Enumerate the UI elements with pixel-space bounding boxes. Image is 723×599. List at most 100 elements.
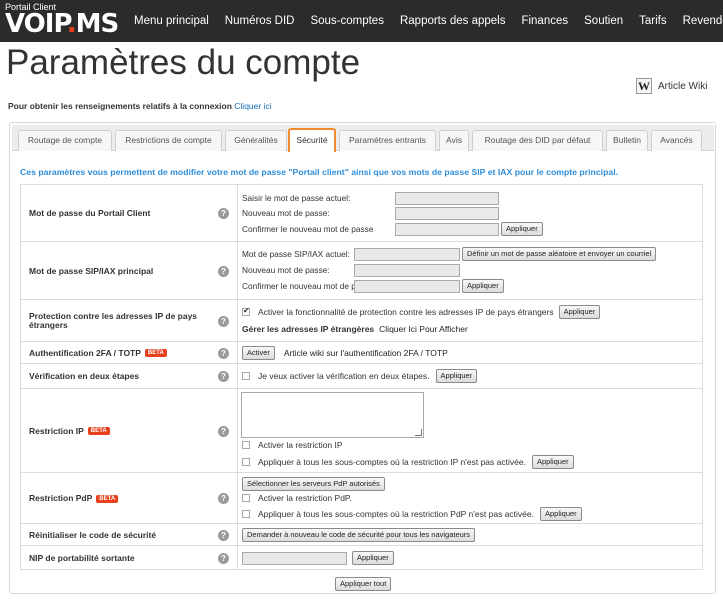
security-settings-table: Mot de passe du Portail Client ? Saisir … <box>20 184 703 570</box>
twofa-wiki-link[interactable]: Article wiki sur l'authentification 2FA … <box>284 348 448 358</box>
ip-restriction-subaccounts-label: Appliquer à tous les sous-comptes où la … <box>258 457 526 467</box>
help-icon[interactable]: ? <box>218 493 229 504</box>
pdp-select-servers-button[interactable]: Sélectionner les serveurs PdP autorisés <box>242 477 385 491</box>
apply-all-container: Appliquer tout <box>335 577 392 591</box>
tab-securite[interactable]: Sécurité <box>288 128 336 152</box>
manage-foreign-ip-link[interactable]: Cliquer Ici Pour Afficher <box>379 324 468 334</box>
top-navigation-bar: Portail Client VOIP.MS Menu principal Nu… <box>0 0 723 42</box>
wiki-article-link[interactable]: W Article Wiki <box>636 78 707 94</box>
pdp-enable-checkbox[interactable] <box>242 494 250 502</box>
nav-rapports-appels[interactable]: Rapports des appels <box>392 15 513 27</box>
nav-soutien[interactable]: Soutien <box>576 15 631 27</box>
ip-protection-controls: Activer la fonctionnalité de protection … <box>237 299 703 342</box>
pin-label-cell: NIP de portabilité sortante ? <box>20 545 238 570</box>
row-reset-security-code: Réinitialiser le code de sécurité ? Dema… <box>20 523 703 546</box>
new-password-input[interactable] <box>395 207 499 220</box>
ip-protection-apply-button[interactable]: Appliquer <box>558 305 601 319</box>
pin-label: NIP de portabilité sortante <box>29 552 135 563</box>
confirm-password-label: Confirmer le nouveau mot de passe <box>242 223 374 234</box>
row-two-step: Vérification en deux étapes ? Je veux ac… <box>20 363 703 389</box>
ip-protection-label: Protection contre les adresses IP de pay… <box>29 310 198 330</box>
current-password-input[interactable] <box>395 192 499 205</box>
sip-password-apply-button[interactable]: Appliquer <box>462 279 504 293</box>
new-password-label: Nouveau mot de passe: <box>242 208 330 219</box>
pin-input[interactable] <box>242 551 347 565</box>
login-info: Pour obtenir les renseignements relatifs… <box>8 101 272 111</box>
help-icon[interactable]: ? <box>218 371 229 382</box>
nav-tarifs[interactable]: Tarifs <box>631 15 674 27</box>
twofa-activate-button[interactable]: Activer <box>242 346 275 360</box>
tab-routage-did-defaut[interactable]: Routage des DID par défaut <box>472 130 603 151</box>
help-icon[interactable]: ? <box>218 552 229 564</box>
confirm-password-input[interactable] <box>395 222 499 236</box>
portal-password-apply-button[interactable]: Appliquer <box>501 222 543 236</box>
sip-confirm-label: Confirmer le nouveau mot de passe: <box>242 280 376 291</box>
beta-badge: BETA <box>96 494 119 503</box>
wikipedia-icon: W <box>636 78 652 94</box>
tab-generalites[interactable]: Généralités <box>225 130 287 151</box>
two-step-checkbox[interactable] <box>242 372 250 380</box>
help-icon[interactable]: ? <box>218 425 229 437</box>
help-icon[interactable]: ? <box>218 315 229 327</box>
tab-restrictions-compte[interactable]: Restrictions de compte <box>115 130 222 151</box>
tab-routage-compte[interactable]: Routage de compte <box>18 130 112 151</box>
tab-avis[interactable]: Avis <box>439 130 469 151</box>
pin-controls: Appliquer <box>237 545 703 570</box>
pin-apply-button[interactable]: Appliquer <box>352 551 394 565</box>
nav-revendeur[interactable]: Revendeur <box>675 15 723 27</box>
ip-restriction-enable-checkbox[interactable] <box>242 441 250 449</box>
sip-new-input[interactable] <box>354 264 460 277</box>
ip-protection-checkbox[interactable] <box>242 306 250 316</box>
pdp-subaccounts-checkbox[interactable] <box>242 510 250 518</box>
nav-sous-comptes[interactable]: Sous-comptes <box>302 15 392 27</box>
ip-protection-label-cell: Protection contre les adresses IP de pay… <box>20 299 238 342</box>
login-info-link[interactable]: Cliquer ici <box>234 101 271 111</box>
nav-finances[interactable]: Finances <box>513 15 576 27</box>
apply-all-button[interactable]: Appliquer tout <box>335 577 392 591</box>
manage-foreign-ip-label: Gérer les adresses IP étrangères <box>242 324 375 334</box>
help-icon[interactable]: ? <box>218 529 229 541</box>
ip-restriction-controls: Activer la restriction IP Appliquer à to… <box>237 388 703 473</box>
row-2fa: Authentification 2FA / TOTP BETA ? Active… <box>20 341 703 364</box>
tab-bulletin[interactable]: Bulletin <box>606 130 648 151</box>
current-password-label: Saisir le mot de passe actuel: <box>242 193 351 204</box>
ip-restriction-label-cell: Restriction IP BETA ? <box>20 388 238 473</box>
pdp-apply-button[interactable]: Appliquer <box>539 507 582 521</box>
portal-password-controls: Saisir le mot de passe actuel: Nouveau m… <box>237 184 703 242</box>
sip-confirm-input[interactable] <box>354 279 460 293</box>
main-nav: Menu principal Numéros DID Sous-comptes … <box>126 0 723 42</box>
voipms-logo[interactable]: VOIP.MS <box>5 11 119 37</box>
help-icon[interactable]: ? <box>218 347 229 359</box>
ip-protection-checkbox-label: Activer la fonctionnalité de protection … <box>258 307 554 317</box>
reset-security-code-button[interactable]: Demander à nouveau le code de sécurité p… <box>242 528 476 542</box>
help-icon[interactable]: ? <box>218 208 229 219</box>
two-step-checkbox-label: Je veux activer la vérification en deux … <box>258 371 430 381</box>
portal-password-label: Mot de passe du Portail Client <box>29 208 151 218</box>
reset-code-label: Réinitialiser le code de sécurité <box>29 529 157 540</box>
ip-restriction-textarea[interactable] <box>241 392 424 438</box>
row-portal-password: Mot de passe du Portail Client ? Saisir … <box>20 184 703 242</box>
two-step-label: Vérification en deux étapes <box>29 371 140 381</box>
ip-restriction-enable-label: Activer la restriction IP <box>258 440 343 450</box>
pdp-subaccounts-label: Appliquer à tous les sous-comptes où la … <box>258 509 534 519</box>
row-pdp-restriction: Restriction PdP BETA ? Sélectionner les s… <box>20 472 703 524</box>
sip-password-label: Mot de passe SIP/IAX principal <box>29 265 154 276</box>
nav-menu-principal[interactable]: Menu principal <box>126 15 217 27</box>
twofa-label-cell: Authentification 2FA / TOTP BETA ? <box>20 341 238 364</box>
nav-numeros-did[interactable]: Numéros DID <box>217 15 303 27</box>
sip-password-controls: Mot de passe SIP/IAX actuel: Définir un m… <box>237 241 703 300</box>
portal-password-label-cell: Mot de passe du Portail Client ? <box>20 184 238 242</box>
two-step-apply-button[interactable]: Appliquer <box>435 369 478 383</box>
ip-restriction-apply-button[interactable]: Appliquer <box>531 455 574 469</box>
sip-current-input[interactable] <box>354 247 460 261</box>
help-icon[interactable]: ? <box>218 265 229 277</box>
tab-parametres-entrants[interactable]: Paramètres entrants <box>339 130 436 151</box>
twofa-label: Authentification 2FA / TOTP <box>29 347 141 358</box>
two-step-label-cell: Vérification en deux étapes ? <box>20 363 238 389</box>
tab-avances[interactable]: Avancés <box>651 130 702 151</box>
twofa-controls: Activer Article wiki sur l'authentificati… <box>237 341 703 364</box>
beta-badge: BETA <box>144 349 167 358</box>
pdp-restriction-controls: Sélectionner les serveurs PdP autorisés … <box>237 472 703 524</box>
ip-restriction-subaccounts-checkbox[interactable] <box>242 458 250 466</box>
sip-generate-button[interactable]: Définir un mot de passe aléatoire et env… <box>462 247 657 261</box>
